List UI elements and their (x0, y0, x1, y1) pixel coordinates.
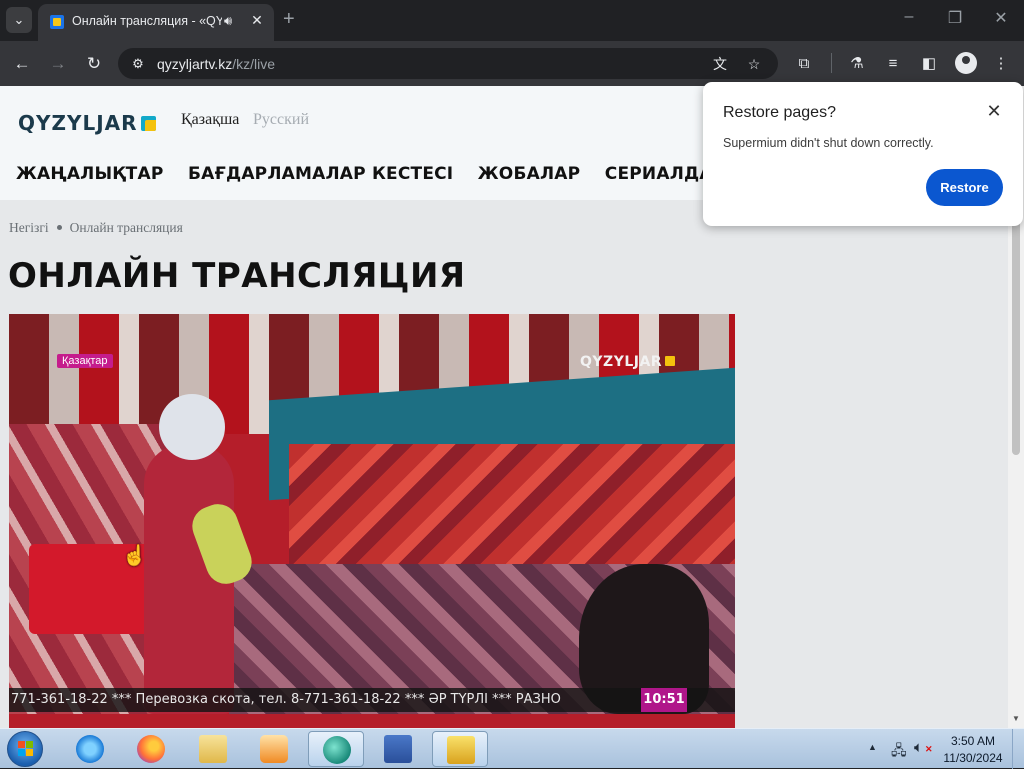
dialog-title: Restore pages? (723, 104, 836, 121)
taskbar-save-app[interactable] (370, 731, 426, 767)
news-ticker: 771-361-18-22 *** Перевозка скота, тел. … (9, 688, 735, 712)
network-icon[interactable]: 🖧 (891, 740, 907, 764)
lang-russian[interactable]: Русский (253, 111, 309, 129)
scroll-down-icon[interactable]: ▼ (1008, 712, 1024, 726)
channel-logo-mark-icon (665, 356, 676, 366)
back-icon[interactable]: ← (10, 52, 34, 76)
volume-icon[interactable]: 🔈︎ (914, 739, 923, 756)
address-bar[interactable]: ⚙ qyzyljartv.kz/kz/live 文 ☆ (118, 48, 778, 79)
taskbar-explorer[interactable] (185, 731, 241, 767)
taskbar-app7[interactable] (432, 731, 488, 767)
close-window-icon[interactable]: ✕ (981, 8, 1021, 28)
nav-item-schedule[interactable]: БАҒДАРЛАМАЛАР КЕСТЕСІ (188, 164, 453, 184)
tray-expand-icon[interactable]: ▲ (868, 742, 877, 752)
muted-icon: ✕ (925, 744, 933, 754)
lang-kazakh[interactable]: Қазақша (181, 111, 239, 129)
video-player[interactable]: Қазақтар QYZYLJAR 771-361-18-22 *** Пере… (9, 314, 735, 728)
taskbar-ie[interactable] (62, 731, 118, 767)
nav-item-projects[interactable]: ЖОБАЛАР (478, 164, 581, 184)
url-text[interactable]: qyzyljartv.kz/kz/live (157, 56, 275, 72)
media-player-icon (260, 735, 288, 763)
star-icon[interactable]: ☆ (744, 54, 764, 74)
forward-icon[interactable]: → (46, 52, 70, 76)
side-panel-icon[interactable]: ◧ (917, 52, 941, 76)
taskbar-browser[interactable] (308, 731, 364, 767)
minimize-icon[interactable]: – (889, 8, 929, 26)
restore-pages-dialog: Restore pages? ✕ Supermium didn't shut d… (703, 82, 1023, 226)
breadcrumb-home[interactable]: Негізгі (9, 220, 49, 235)
site-info-icon[interactable]: ⚙ (128, 54, 148, 74)
breadcrumb: Негізгі Онлайн трансляция (9, 220, 183, 236)
taskbar: ▲ 🖧 🔈︎ ✕ 3:50 AM 11/30/2024 (0, 728, 1024, 769)
tab-search-icon[interactable]: ⌄ (6, 7, 32, 33)
breadcrumb-current: Онлайн трансляция (69, 220, 183, 235)
page-title: ОНЛАЙН ТРАНСЛЯЦИЯ (8, 256, 466, 296)
channel-logo: QYZYLJAR (580, 354, 676, 370)
video-frame-head (159, 394, 225, 460)
main-nav: ЖАҢАЛЫҚТАР БАҒДАРЛАМАЛАР КЕСТЕСІ ЖОБАЛАР… (16, 164, 745, 184)
firefox-icon (137, 735, 165, 763)
restore-button[interactable]: Restore (926, 169, 1003, 206)
nav-item-news[interactable]: ЖАҢАЛЫҚТАР (16, 164, 164, 184)
clock-time[interactable]: 3:50 AM (940, 734, 1006, 748)
ticker-text: 771-361-18-22 *** Перевозка скота, тел. … (11, 692, 561, 707)
hand-cursor-icon: ☝ (122, 545, 147, 567)
browser-app-icon (323, 736, 351, 764)
taskbar-media-player[interactable] (246, 731, 302, 767)
tab-close-icon[interactable]: ✕ (248, 12, 266, 29)
site-logo[interactable]: QYZYLJAR (18, 111, 156, 135)
floppy-disk-icon (384, 735, 412, 763)
dialog-message: Supermium didn't shut down correctly. (723, 136, 934, 150)
channel-badge: Қазақтар (57, 354, 113, 368)
tab-title: Онлайн трансляция - «QY (72, 14, 222, 28)
restore-window-icon[interactable]: ❐ (935, 8, 975, 28)
toolbar-separator (831, 53, 832, 73)
clock-date[interactable]: 11/30/2024 (940, 751, 1006, 765)
audio-icon[interactable]: 🔊︎ (224, 13, 232, 29)
folder-icon (199, 735, 227, 763)
browser-toolbar: ← → ↻ ⚙ qyzyljartv.kz/kz/live 文 ☆ ⧉ ⚗ ≡ … (0, 41, 1024, 86)
new-tab-icon[interactable]: + (283, 8, 295, 31)
windows-logo-icon (18, 741, 33, 756)
ticker-clock: 10:51 (641, 688, 687, 712)
tab-favicon (50, 15, 64, 29)
reload-icon[interactable]: ↻ (82, 52, 106, 76)
tab-strip: ⌄ Онлайн трансляция - «QY 🔊︎ ✕ + – ❐ ✕ (0, 0, 1024, 41)
internet-explorer-icon (76, 735, 104, 763)
warning-app-icon (447, 736, 475, 764)
start-button[interactable] (7, 731, 43, 767)
active-tab[interactable]: Онлайн трансляция - «QY 🔊︎ ✕ (38, 4, 274, 41)
logo-mark-icon (140, 116, 156, 131)
show-desktop-button[interactable] (1012, 729, 1024, 769)
dialog-close-icon[interactable]: ✕ (983, 100, 1005, 122)
labs-icon[interactable]: ⚗ (845, 52, 869, 76)
menu-icon[interactable]: ⋮ (989, 52, 1013, 76)
extensions-icon[interactable]: ⧉ (792, 52, 816, 76)
breadcrumb-separator (56, 225, 62, 230)
translate-icon[interactable]: 文 (710, 54, 730, 74)
media-control-icon[interactable]: ≡ (881, 52, 905, 76)
profile-icon[interactable] (955, 52, 977, 74)
taskbar-firefox[interactable] (123, 731, 179, 767)
